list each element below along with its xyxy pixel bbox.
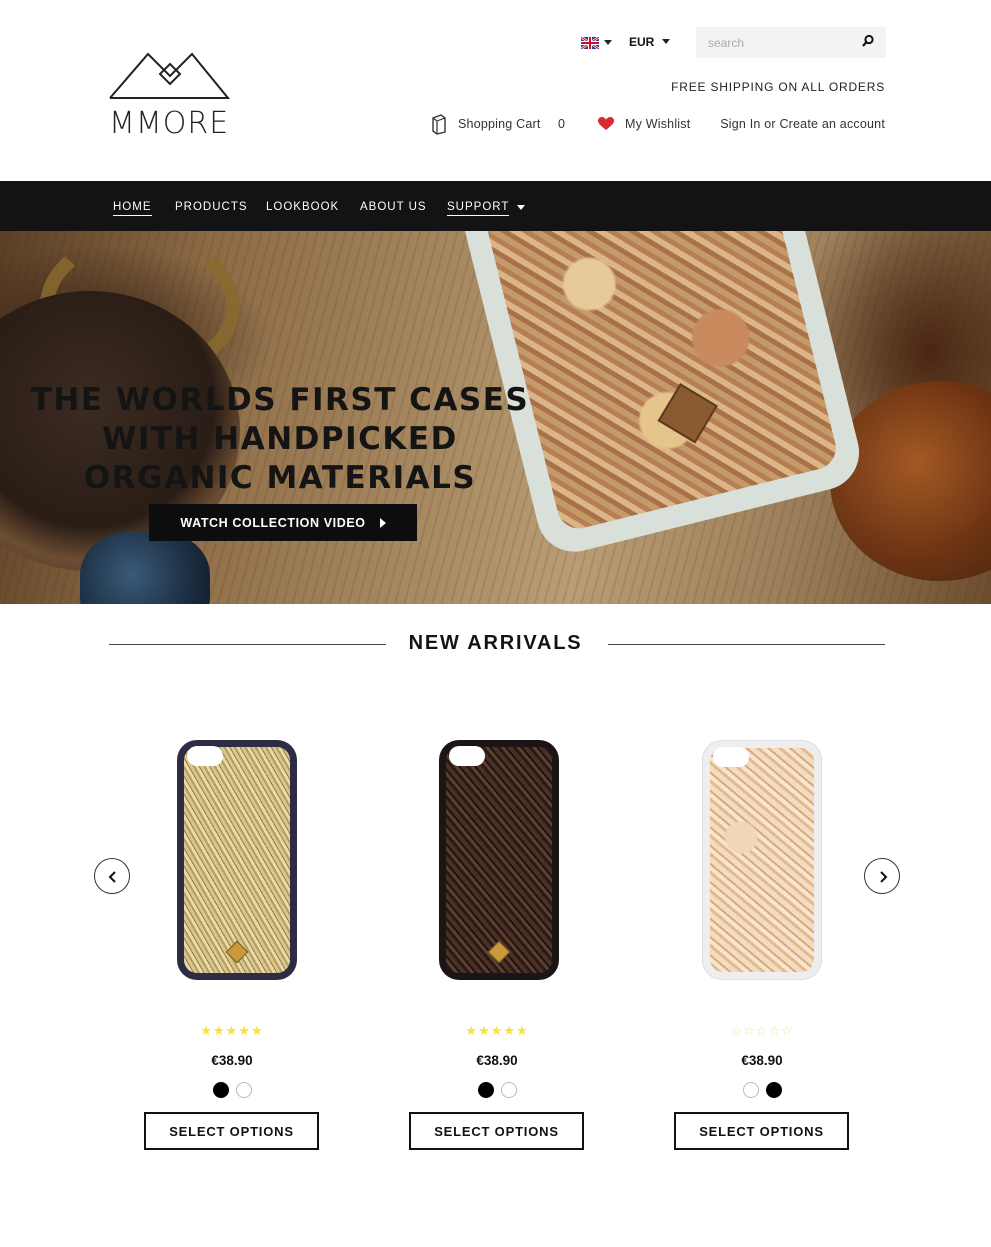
new-arrivals-title: NEW ARRIVALS <box>408 632 583 654</box>
swatch-white[interactable] <box>500 1082 517 1098</box>
search-input[interactable] <box>696 27 886 58</box>
nav-item-home[interactable]: HOME <box>113 201 152 216</box>
product-image-flower-case[interactable] <box>702 740 822 980</box>
free-shipping-notice: FREE SHIPPING ON ALL ORDERS <box>671 80 885 94</box>
color-swatches <box>672 1082 852 1098</box>
watch-video-button[interactable]: WATCH COLLECTION VIDEO <box>149 504 417 541</box>
swatch-black[interactable] <box>477 1082 494 1098</box>
currency-selector[interactable]: EUR <box>629 35 654 49</box>
main-nav: HOME PRODUCTS LOOKBOOK ABOUT US SUPPORT <box>0 181 991 231</box>
product-card: ★★★★★ €38.90 SELECT OPTIONS <box>407 735 587 1155</box>
site-header: MMORE EUR FREE SHIPPING ON ALL ORDERS Sh… <box>0 0 991 181</box>
product-price: €38.90 <box>741 1053 783 1068</box>
product-rating: ★★★★★ <box>465 1023 529 1038</box>
product-card: ★★★★★ €38.90 SELECT OPTIONS <box>142 735 322 1155</box>
product-rating: ☆☆☆☆☆ <box>730 1023 794 1038</box>
color-swatches <box>142 1082 322 1098</box>
logo-wordmark: MMORE <box>109 106 230 141</box>
hero-title: THE WORLDS FIRST CASES WITH HANDPICKED O… <box>30 382 530 496</box>
case-material <box>446 747 552 973</box>
case-material <box>710 748 814 972</box>
color-swatches <box>407 1082 587 1098</box>
nav-item-lookbook[interactable]: LOOKBOOK <box>266 201 339 213</box>
chevron-right-icon <box>880 871 888 883</box>
select-options-button[interactable]: SELECT OPTIONS <box>144 1112 319 1150</box>
currency-chevron-down-icon[interactable] <box>662 39 670 44</box>
camera-cutout <box>713 747 749 767</box>
heart-icon[interactable] <box>598 117 614 131</box>
swatch-black[interactable] <box>212 1082 229 1098</box>
cart-count: 0 <box>558 117 566 131</box>
nav-item-products[interactable]: PRODUCTS <box>175 201 248 213</box>
chevron-left-icon <box>108 871 116 883</box>
nav-item-about-us[interactable]: ABOUT US <box>360 201 427 213</box>
camera-cutout <box>449 746 485 766</box>
wishlist-link[interactable]: My Wishlist <box>625 117 690 131</box>
carousel-next-button[interactable] <box>864 858 900 894</box>
product-price: €38.90 <box>476 1053 518 1068</box>
hero-banner: THE WORLDS FIRST CASES WITH HANDPICKED O… <box>0 231 991 604</box>
swatch-black[interactable] <box>765 1082 782 1098</box>
camera-cutout <box>187 746 223 766</box>
play-icon <box>379 518 386 529</box>
select-options-button[interactable]: SELECT OPTIONS <box>674 1112 849 1150</box>
product-image-coffee-case[interactable] <box>439 740 559 980</box>
watch-video-label: WATCH COLLECTION VIDEO <box>180 515 366 530</box>
shopping-cart-link[interactable]: Shopping Cart <box>458 117 541 131</box>
product-card: ☆☆☆☆☆ €38.90 SELECT OPTIONS <box>672 735 852 1155</box>
site-logo[interactable]: MMORE <box>108 50 232 141</box>
swatch-white[interactable] <box>235 1082 252 1098</box>
uk-flag-icon[interactable] <box>581 37 599 49</box>
product-price: €38.90 <box>211 1053 253 1068</box>
product-image-hay-case[interactable] <box>177 740 297 980</box>
case-material <box>184 747 290 973</box>
sign-in-link[interactable]: Sign In or Create an account <box>720 117 885 131</box>
swatch-white[interactable] <box>742 1082 759 1098</box>
search-icon[interactable] <box>861 34 875 48</box>
shopping-cart-icon[interactable] <box>430 113 448 135</box>
language-chevron-down-icon[interactable] <box>604 40 612 45</box>
nav-item-support[interactable]: SUPPORT <box>447 201 510 216</box>
product-rating: ★★★★★ <box>200 1023 264 1038</box>
carousel-prev-button[interactable] <box>94 858 130 894</box>
select-options-button[interactable]: SELECT OPTIONS <box>409 1112 584 1150</box>
support-chevron-down-icon[interactable] <box>517 205 525 210</box>
hero-gem-image <box>80 531 210 604</box>
mountain-logo-icon <box>109 52 231 99</box>
